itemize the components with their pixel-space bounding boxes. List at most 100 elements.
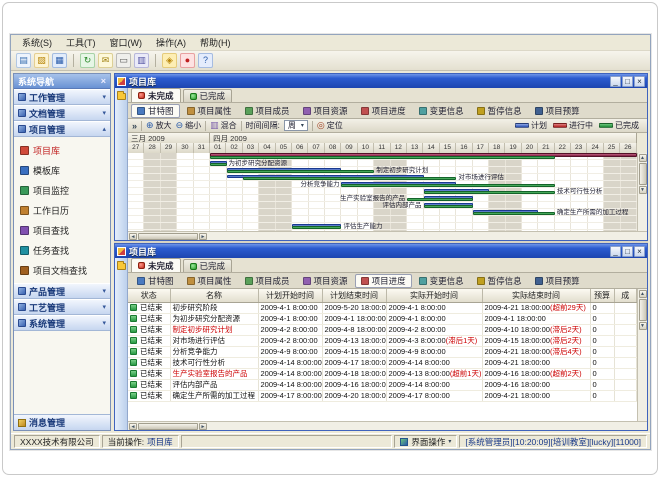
view-tab-progress[interactable]: 项目进度: [355, 104, 412, 118]
task-bar-actual[interactable]: [243, 177, 456, 180]
sidebar-item-template-library[interactable]: 模板库: [17, 162, 107, 178]
interface-mode-dropdown[interactable]: 界面操作 ▾: [394, 435, 457, 448]
scroll-left-icon[interactable]: [129, 423, 137, 430]
lock-icon[interactable]: ◈: [162, 53, 177, 68]
task-bar-actual[interactable]: [473, 212, 555, 215]
task-bar-actual[interactable]: [210, 163, 226, 166]
view-tab-budget[interactable]: 项目预算: [529, 104, 586, 118]
gantt-task-row[interactable]: 确定生产所需的加工过程: [128, 209, 637, 216]
table-vertical-scrollbar[interactable]: [637, 289, 647, 421]
stop-icon[interactable]: ●: [180, 53, 195, 68]
sidebar-item-project-monitor[interactable]: 项目监控: [17, 182, 107, 198]
status-tab-unfinished[interactable]: 未完成: [131, 88, 181, 102]
task-bar-actual[interactable]: [341, 184, 554, 187]
new-doc-icon[interactable]: ▤: [16, 53, 31, 68]
print-icon[interactable]: ▭: [116, 53, 131, 68]
column-header-cost[interactable]: 成: [614, 289, 637, 302]
sidebar-tab-message-management[interactable]: 消息管理: [14, 414, 110, 430]
window-titlebar[interactable]: 项目库 _ □ ×: [115, 244, 647, 258]
menu-tools[interactable]: 工具(T): [59, 35, 103, 50]
task-bar-actual[interactable]: [292, 226, 341, 229]
scroll-right-icon[interactable]: [199, 233, 207, 240]
project-folder-strip[interactable]: [115, 88, 128, 240]
view-tab-members[interactable]: 项目成员: [239, 274, 296, 288]
gantt-task-row[interactable]: 评估内部产品: [128, 202, 637, 209]
menu-action[interactable]: 操作(A): [149, 35, 193, 50]
scroll-up-icon[interactable]: [639, 290, 647, 298]
gantt-task-row[interactable]: 评估生产能力: [128, 223, 637, 230]
scroll-up-icon[interactable]: [639, 154, 647, 162]
gantt-task-row[interactable]: 对市场进行评估: [128, 174, 637, 181]
view-tab-properties[interactable]: 项目属性: [181, 274, 238, 288]
task-bar-actual[interactable]: [407, 198, 473, 201]
view-tab-pauses[interactable]: 暂停信息: [471, 274, 528, 288]
scroll-left-icon[interactable]: [129, 233, 137, 240]
sidebar-item-project-search[interactable]: 项目查找: [17, 222, 107, 238]
interval-select[interactable]: 周: [284, 120, 308, 131]
status-tab-finished[interactable]: 已完成: [183, 259, 233, 272]
project-table-row[interactable]: 已结束制定初步研究计划2009-4-2 8:00:002009-4-8 18:0…: [128, 324, 637, 335]
gantt-task-row[interactable]: 分析竞争能力: [128, 181, 637, 188]
sidebar-close-icon[interactable]: ×: [101, 76, 106, 86]
minimize-button[interactable]: _: [610, 246, 621, 257]
project-table-row[interactable]: 已结束对市场进行评估2009-4-2 8:00:002009-4-13 18:0…: [128, 335, 637, 346]
sidebar-section-document[interactable]: 文档管理▾: [14, 105, 110, 121]
sidebar-section-product[interactable]: 产品管理▾: [14, 283, 110, 299]
mix-button[interactable]: 混合: [210, 120, 237, 131]
project-table-row[interactable]: 已结束生产实验室报告的产品2009-4-14 8:00:002009-4-18 …: [128, 368, 637, 379]
mail-icon[interactable]: ✉: [98, 53, 113, 68]
view-tab-progress[interactable]: 项目进度: [355, 274, 412, 288]
menu-window[interactable]: 窗口(W): [103, 35, 150, 50]
project-table-row[interactable]: 已结束技术可行性分析2009-4-14 8:00:002009-4-17 18:…: [128, 357, 637, 368]
project-table-row[interactable]: 已结束评估内部产品2009-4-14 8:00:002009-4-16 18:0…: [128, 379, 637, 390]
help-icon[interactable]: ?: [198, 53, 213, 68]
scroll-thumb[interactable]: [138, 423, 198, 430]
scroll-thumb[interactable]: [639, 163, 647, 185]
sidebar-item-project-library[interactable]: 项目库: [17, 142, 107, 158]
status-tab-finished[interactable]: 已完成: [183, 89, 233, 102]
scroll-down-icon[interactable]: [639, 186, 647, 194]
sidebar-section-process[interactable]: 工艺管理▾: [14, 299, 110, 315]
zoom-out-button[interactable]: 缩小: [176, 120, 202, 131]
save-icon[interactable]: ▦: [52, 53, 67, 68]
zoom-in-button[interactable]: 放大: [146, 120, 172, 131]
project-folder-strip[interactable]: [115, 258, 128, 430]
column-header-plan-start[interactable]: 计划开始时间: [258, 289, 322, 302]
maximize-button[interactable]: □: [622, 246, 633, 257]
toolbar-overflow-chevron[interactable]: »: [132, 121, 137, 131]
scroll-thumb[interactable]: [639, 299, 647, 321]
scroll-down-icon[interactable]: [639, 322, 647, 330]
gantt-task-row[interactable]: 生产实验室报告的产品: [128, 195, 637, 202]
view-tab-resources[interactable]: 项目资源: [297, 274, 354, 288]
gantt-horizontal-scrollbar[interactable]: [128, 231, 647, 240]
sidebar-section-work[interactable]: 工作管理▾: [14, 89, 110, 105]
view-tab-gantt[interactable]: 甘特图: [131, 274, 180, 288]
gantt-canvas[interactable]: 为初步研究分配资源制定初步研究计划对市场进行评估分析竞争能力技术可行性分析生产实…: [128, 153, 637, 231]
sidebar-item-project-doc-search[interactable]: 项目文档查找: [17, 262, 107, 278]
project-table-row[interactable]: 已结束为初步研究分配资源2009-4-1 8:00:002009-4-1 18:…: [128, 313, 637, 324]
column-header-plan-end[interactable]: 计划结束时间: [322, 289, 386, 302]
view-tab-changes[interactable]: 变更信息: [413, 104, 470, 118]
view-tab-gantt[interactable]: 甘特图: [131, 104, 180, 118]
close-button[interactable]: ×: [634, 76, 645, 87]
column-header-name[interactable]: 名称: [170, 289, 258, 302]
status-tab-unfinished[interactable]: 未完成: [131, 258, 181, 272]
sidebar-section-system-admin[interactable]: 系统管理▾: [14, 315, 110, 331]
gantt-task-row[interactable]: 为初步研究分配资源: [128, 160, 637, 167]
scroll-thumb[interactable]: [138, 233, 198, 240]
task-bar-actual[interactable]: [227, 170, 375, 173]
refresh-icon[interactable]: ↻: [80, 53, 95, 68]
maximize-button[interactable]: □: [622, 76, 633, 87]
view-tab-changes[interactable]: 变更信息: [413, 274, 470, 288]
view-tab-resources[interactable]: 项目资源: [297, 104, 354, 118]
column-header-actual-start[interactable]: 实际开始时间: [386, 289, 482, 302]
gantt-task-row[interactable]: [128, 153, 637, 160]
menu-help[interactable]: 帮助(H): [193, 35, 238, 50]
gantt-task-row[interactable]: 制定初步研究计划: [128, 167, 637, 174]
column-header-status[interactable]: 状态: [128, 289, 170, 302]
project-table-row[interactable]: 已结束分析竞争能力2009-4-9 8:00:002009-4-15 18:00…: [128, 346, 637, 357]
view-tab-members[interactable]: 项目成员: [239, 104, 296, 118]
view-tab-budget[interactable]: 项目预算: [529, 274, 586, 288]
open-folder-icon[interactable]: ▨: [34, 53, 49, 68]
chart-icon[interactable]: ▥: [134, 53, 149, 68]
